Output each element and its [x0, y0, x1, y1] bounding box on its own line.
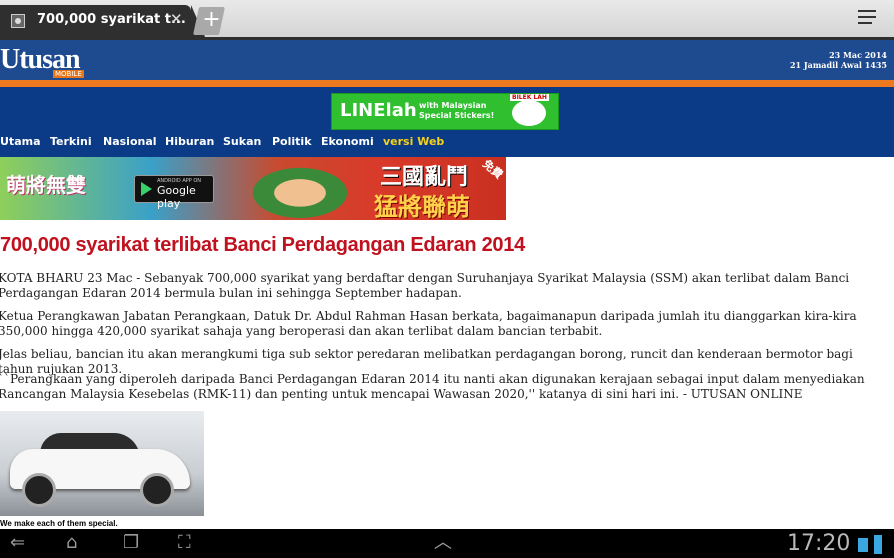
gp-big-text: Google play: [157, 184, 196, 210]
signal-icon: [858, 538, 868, 552]
plus-icon: +: [202, 7, 221, 32]
home-icon[interactable]: ⌂: [66, 534, 77, 552]
banner-left-title: 萌將無雙: [6, 173, 86, 197]
nav-item-sukan[interactable]: Sukan: [223, 135, 261, 148]
game-banner-ad[interactable]: 萌將無雙 ANDROID APP ON Google play 三國亂鬥 猛將聯…: [0, 157, 506, 220]
recent-apps-icon[interactable]: ❐: [123, 534, 139, 552]
article-paragraph: KOTA BHARU 23 Mac - Sebanyak 700,000 sya…: [0, 271, 850, 300]
ad-title: LINElah: [340, 100, 417, 121]
site-header: Utusan MOBILE 23 Mac 2014 21 Jamadil Awa…: [0, 40, 894, 80]
page-favicon-icon: [11, 14, 25, 28]
ad-subtitle-line2: Special Stickers!: [419, 111, 495, 120]
car-wheel: [140, 473, 174, 507]
header-accent-stripe: [0, 80, 894, 87]
header-date: 23 Mac 2014 21 Jamadil Awal 1435: [790, 50, 887, 70]
google-play-badge[interactable]: ANDROID APP ON Google play: [134, 175, 214, 210]
ad-subtitle: with Malaysian Special Stickers!: [419, 101, 494, 121]
banner-game-subtitle: 猛將聯萌: [374, 192, 470, 220]
article-paragraph: ``Perangkaan yang diperoleh daripada Ban…: [0, 372, 865, 401]
car-ad-image[interactable]: [0, 411, 204, 516]
gregorian-date: 23 Mac 2014: [829, 50, 887, 60]
browser-tab[interactable]: 700,000 syarikat t... ✕: [0, 5, 205, 37]
nav-item-ekonomi[interactable]: Ekonomi: [321, 135, 374, 148]
car-wheel: [22, 473, 56, 507]
logo-mobile-tag: MOBILE: [53, 70, 84, 78]
screenshot-icon[interactable]: ⛶: [178, 534, 191, 552]
browser-tab-bar: 700,000 syarikat t... ✕ +: [0, 0, 894, 37]
hijri-date: 21 Jamadil Awal 1435: [789, 60, 887, 70]
google-play-icon: [141, 182, 152, 196]
status-clock: 17:20: [787, 531, 851, 556]
system-nav-bar: ⇐ ⌂ ❐ ⛶ ︿ 17:20: [0, 529, 894, 558]
article-headline: 700,000 syarikat terlibat Banci Perdagan…: [0, 234, 525, 256]
ad-subtitle-line1: with Malaysian: [419, 101, 487, 110]
overflow-menu-icon[interactable]: [858, 10, 880, 28]
game-character-image: [240, 161, 360, 219]
close-tab-icon[interactable]: ✕: [170, 10, 183, 28]
line-sticker-ad[interactable]: LINElah with Malaysian Special Stickers!…: [331, 93, 559, 130]
nav-item-versi-web[interactable]: versi Web: [383, 135, 444, 148]
nav-item-nasional[interactable]: Nasional: [103, 135, 157, 148]
car-ad-caption: We make each of them special.: [0, 519, 118, 528]
nav-item-terkini[interactable]: Terkini: [50, 135, 92, 148]
new-tab-button[interactable]: +: [193, 7, 225, 35]
nav-item-hiburan[interactable]: Hiburan: [165, 135, 214, 148]
tab-title: 700,000 syarikat t...: [37, 12, 186, 27]
banner-free-tag: 免費: [480, 157, 506, 182]
nav-item-utama[interactable]: Utama: [0, 135, 41, 148]
article-paragraph: Ketua Perangkawan Jabatan Perangkaan, Da…: [0, 309, 857, 338]
chevron-up-icon[interactable]: ︿: [434, 534, 452, 552]
ad-badge: BILEK LAH: [510, 94, 549, 101]
nav-item-politik[interactable]: Politik: [272, 135, 312, 148]
sticker-character-icon: [512, 100, 546, 126]
back-icon[interactable]: ⇐: [10, 534, 25, 552]
battery-icon: [874, 535, 882, 554]
